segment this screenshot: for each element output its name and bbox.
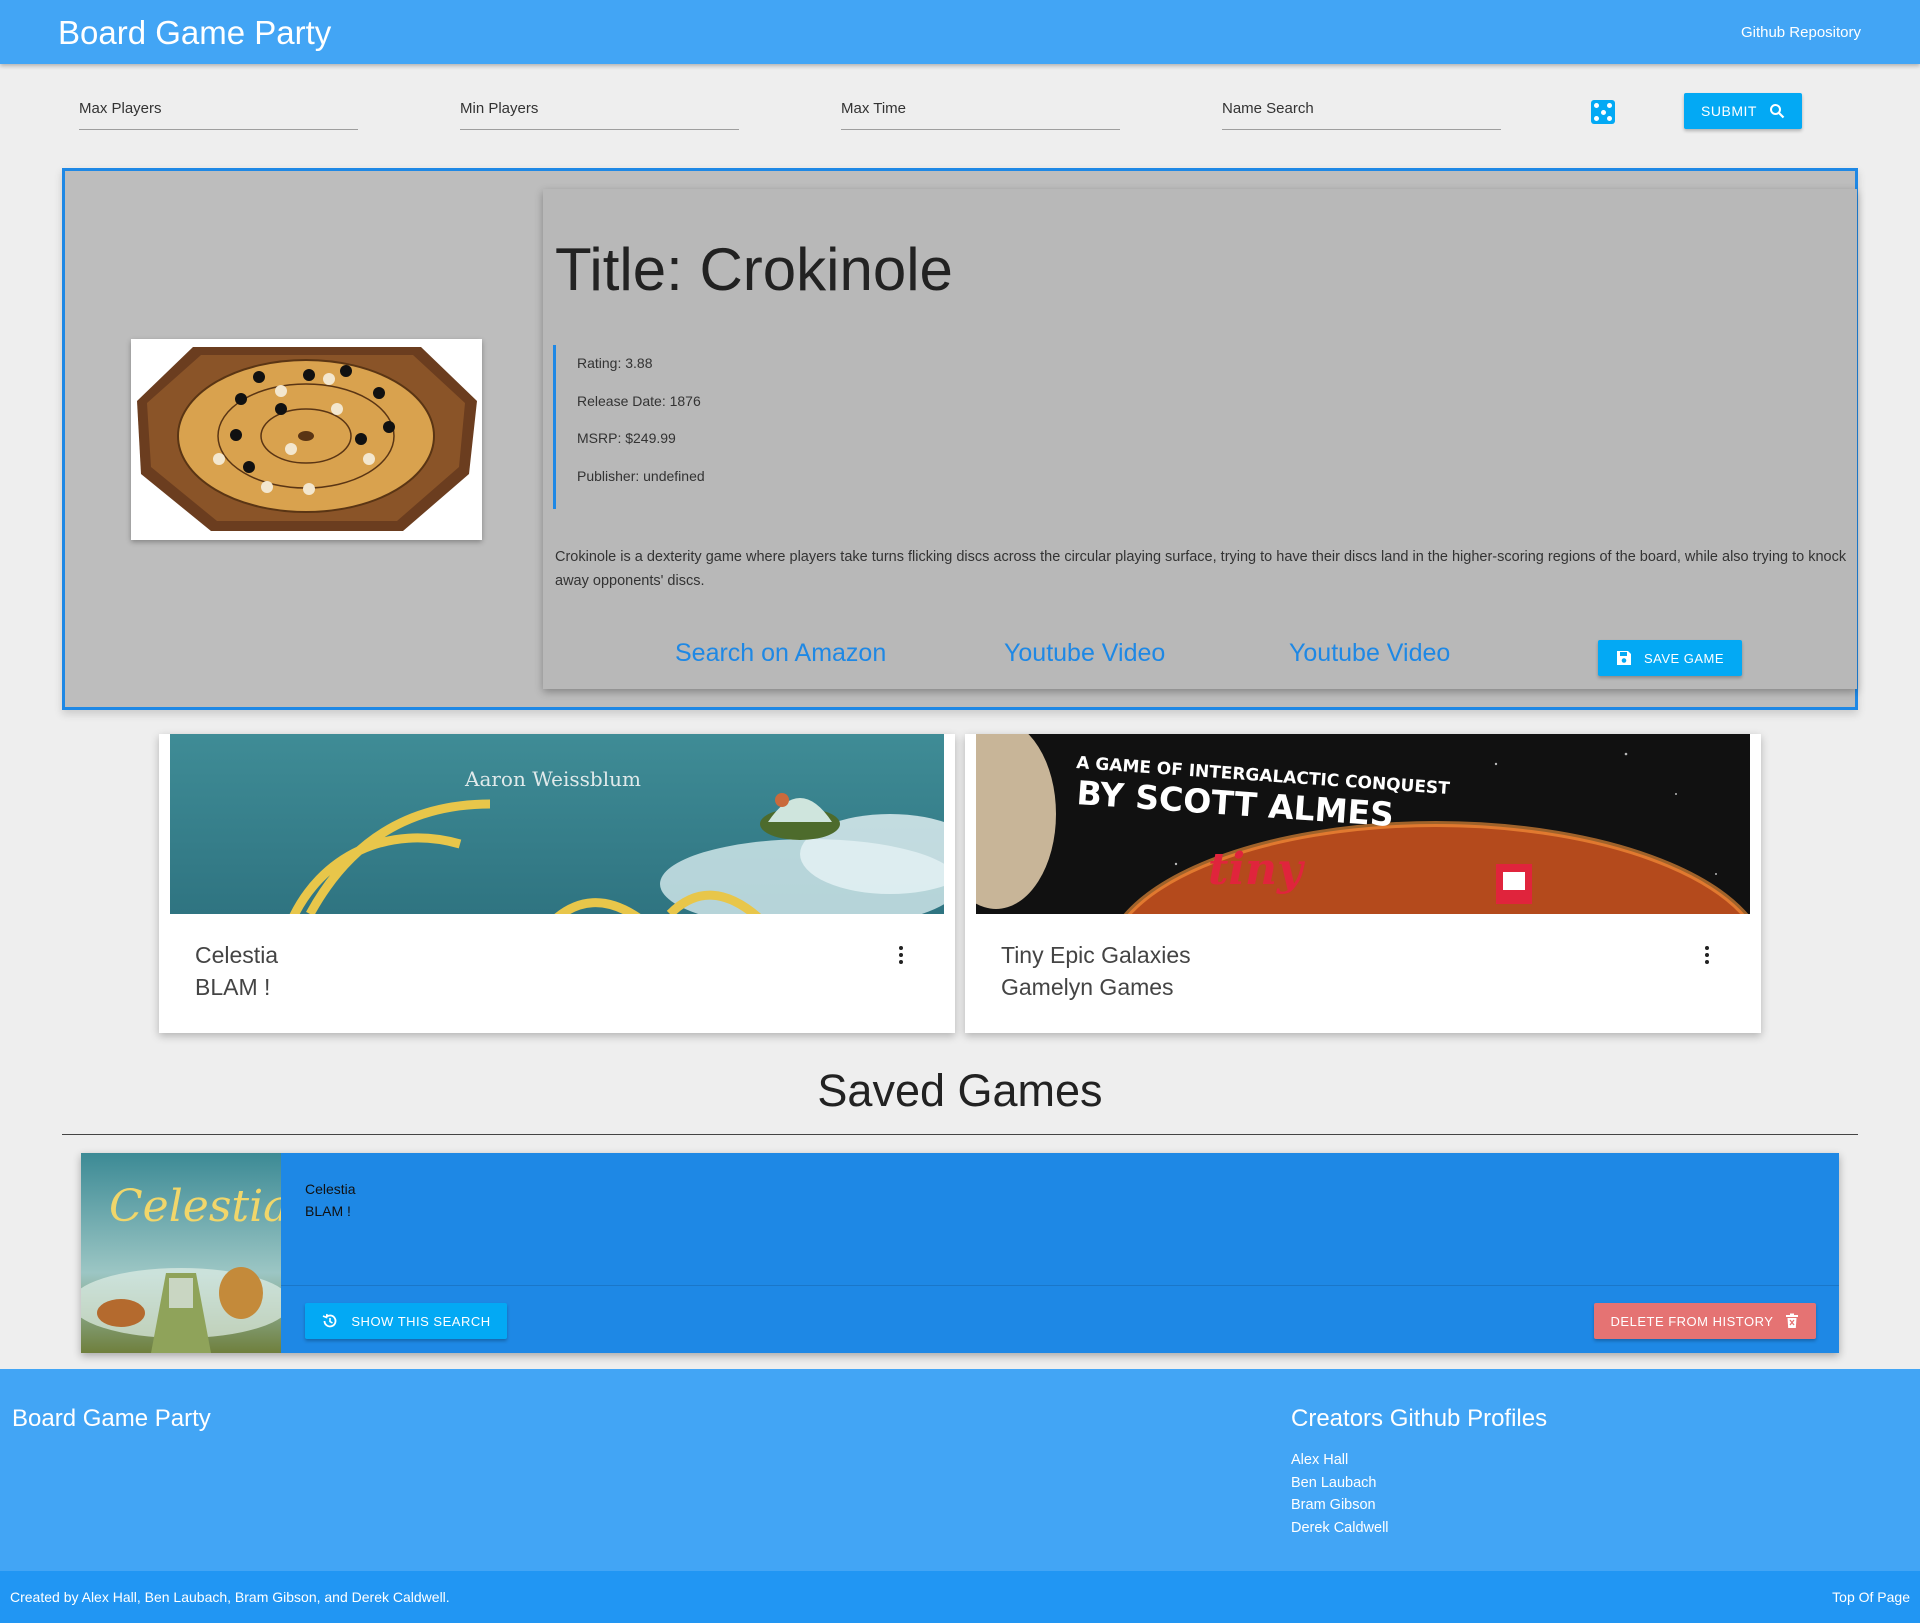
game-stats-blockquote: Rating: 3.88 Release Date: 1876 MSRP: $2… [553, 345, 705, 509]
trash-icon [1786, 1313, 1799, 1328]
saved-game-card: Celestia Celestia BLAM ! SHOW THIS SEARC… [81, 1153, 1839, 1353]
game-title: Title: Crokinole [555, 236, 953, 303]
amazon-link[interactable]: Search on Amazon [675, 639, 886, 668]
show-this-search-button[interactable]: SHOW THIS SEARCH [305, 1303, 507, 1339]
max-players-input[interactable]: Max Players [79, 96, 358, 130]
brand-logo[interactable]: Board Game Party [58, 14, 331, 52]
creators-list: Alex Hall Ben Laubach Bram Gibson Derek … [1291, 1449, 1389, 1540]
max-time-label: Max Time [841, 100, 907, 117]
max-time-input[interactable]: Max Time [841, 96, 1120, 130]
save-game-label: SAVE GAME [1643, 650, 1725, 666]
creator-link-derek-caldwell[interactable]: Derek Caldwell [1291, 1517, 1389, 1540]
youtube-link-1[interactable]: Youtube Video [1004, 639, 1165, 668]
result-card[interactable]: Aaron Weissblum Celestia BLAM ! [159, 734, 955, 1033]
tiny-epic-galaxies-banner-image: A GAME OF INTERGALACTIC CONQUEST BY SCOT… [976, 734, 1750, 914]
navbar: Board Game Party Github Repository [0, 0, 1920, 64]
msrp-text: MSRP: $249.99 [577, 430, 676, 446]
footer-brand: Board Game Party [12, 1405, 211, 1432]
tiny-epic-logo-text: tiny [1208, 844, 1306, 895]
submit-button[interactable]: SUBMIT [1684, 93, 1802, 129]
creator-link-ben-laubach[interactable]: Ben Laubach [1291, 1472, 1389, 1495]
save-game-button[interactable]: SAVE GAME [1598, 640, 1742, 676]
submit-label: SUBMIT [1701, 103, 1757, 119]
min-players-input[interactable]: Min Players [460, 96, 739, 130]
more-vert-icon[interactable] [1704, 946, 1710, 966]
celestia-author-text: Aaron Weissblum [464, 767, 641, 791]
result-card[interactable]: A GAME OF INTERGALACTIC CONQUEST BY SCOT… [965, 734, 1761, 1033]
delete-from-history-label: DELETE FROM HISTORY [1610, 1313, 1774, 1329]
celestia-banner-image: Aaron Weissblum [170, 734, 944, 914]
release-date-text: Release Date: 1876 [577, 392, 701, 409]
creator-link-bram-gibson[interactable]: Bram Gibson [1291, 1494, 1389, 1517]
github-repository-link[interactable]: Github Repository [1741, 24, 1861, 41]
search-icon [1769, 104, 1785, 119]
featured-game-card: Title: Crokinole Rating: 3.88 Release Da… [62, 168, 1858, 710]
dice-icon[interactable] [1591, 100, 1615, 124]
saved-game-publisher: BLAM ! [305, 1203, 351, 1219]
game-details-panel: Title: Crokinole Rating: 3.88 Release Da… [543, 189, 1857, 689]
creator-link-alex-hall[interactable]: Alex Hall [1291, 1449, 1389, 1472]
name-search-label: Name Search [1222, 100, 1314, 117]
creators-heading: Creators Github Profiles [1291, 1405, 1548, 1432]
crokinole-image [131, 339, 482, 540]
footer-copyright-bar: Created by Alex Hall, Ben Laubach, Bram … [0, 1571, 1920, 1623]
max-players-label: Max Players [79, 100, 162, 117]
card-action-divider [281, 1285, 1839, 1286]
celestia-thumbnail-image: Celestia [81, 1153, 281, 1353]
footer: Board Game Party Creators Github Profile… [0, 1369, 1920, 1571]
result-publisher: BLAM ! [195, 974, 271, 1000]
more-vert-icon[interactable] [898, 946, 904, 966]
youtube-link-2[interactable]: Youtube Video [1289, 639, 1450, 668]
show-this-search-label: SHOW THIS SEARCH [351, 1313, 491, 1329]
game-description: Crokinole is a dexterity game where play… [555, 549, 1847, 589]
result-publisher: Gamelyn Games [1001, 974, 1174, 1000]
name-search-input[interactable]: Name Search [1222, 96, 1501, 130]
saved-game-title: Celestia [305, 1181, 356, 1197]
history-icon [323, 1313, 337, 1328]
publisher-text: Publisher: undefined [577, 467, 705, 484]
result-title: Tiny Epic Galaxies [1001, 942, 1191, 968]
result-title: Celestia [195, 942, 279, 968]
copyright-text: Created by Alex Hall, Ben Laubach, Bram … [10, 1589, 450, 1605]
rating-text: Rating: 3.88 [577, 355, 653, 371]
min-players-label: Min Players [460, 100, 539, 117]
celestia-thumb-text: Celestia [109, 1181, 281, 1232]
saved-games-divider [62, 1134, 1858, 1135]
top-of-page-link[interactable]: Top Of Page [1832, 1589, 1910, 1605]
floppy-disk-icon [1616, 651, 1631, 665]
saved-games-heading: Saved Games [817, 1065, 1103, 1116]
delete-from-history-button[interactable]: DELETE FROM HISTORY [1594, 1303, 1816, 1339]
